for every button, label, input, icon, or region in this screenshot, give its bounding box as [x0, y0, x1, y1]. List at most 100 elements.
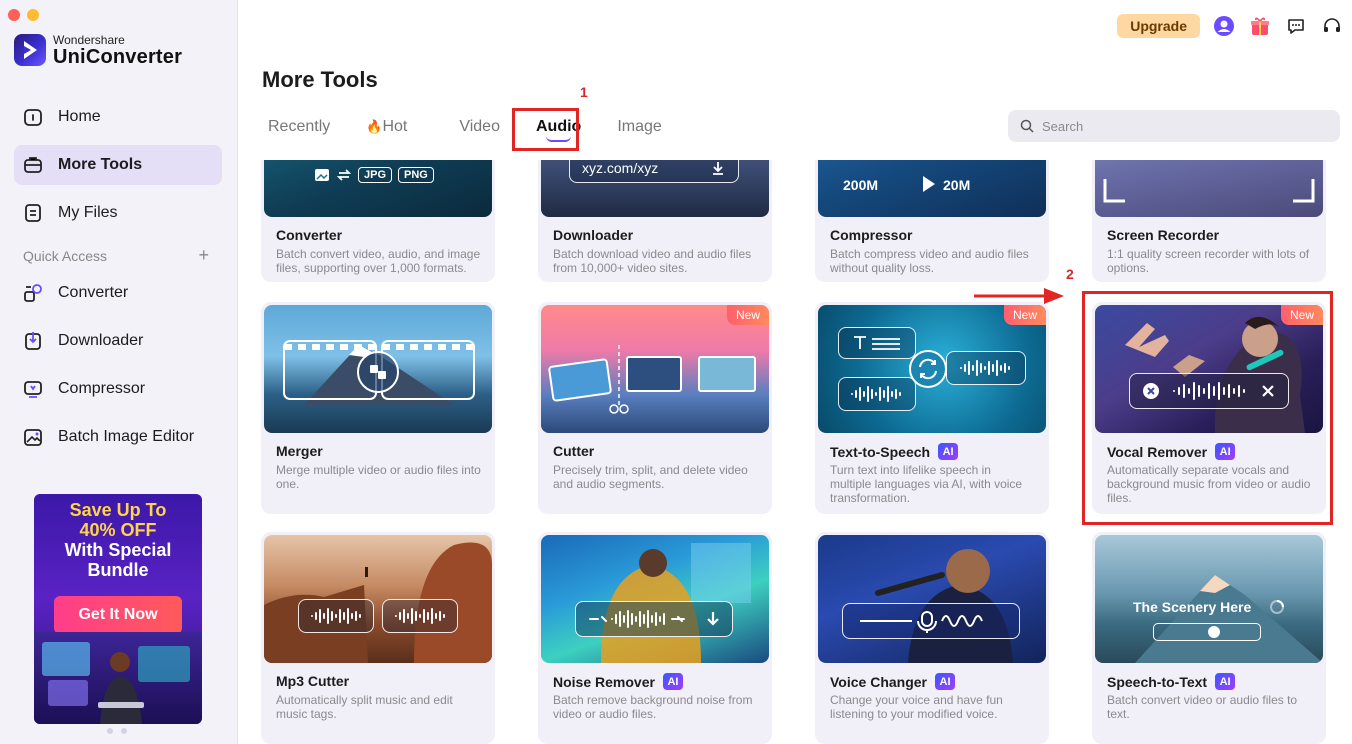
scrollbar[interactable]	[1342, 160, 1350, 740]
page-title: More Tools	[262, 67, 378, 92]
tool-desc: Batch convert video or audio files to te…	[1107, 693, 1298, 721]
quick-item-converter[interactable]: Converter	[14, 273, 222, 313]
tool-title-text: Text-to-Speech	[830, 443, 931, 460]
gift-icon[interactable]	[1248, 14, 1272, 38]
search-input[interactable]: Search	[1008, 110, 1340, 142]
quick-item-compressor[interactable]: Compressor	[14, 369, 222, 409]
quick-item-downloader[interactable]: Downloader	[14, 321, 222, 361]
minimize-window-button[interactable]	[27, 9, 39, 21]
tool-title: Downloader	[553, 227, 634, 243]
close-window-button[interactable]	[8, 9, 20, 21]
promo-cta-button[interactable]: Get It Now	[54, 596, 182, 634]
nav-home[interactable]: Home	[14, 97, 222, 137]
tool-card-converter[interactable]: JPG PNG Converter Batch convert video, a…	[261, 160, 495, 282]
brand-small: Wondershare	[53, 33, 125, 47]
voice-changer-pill	[842, 603, 1020, 639]
annotation-step-2: 2	[1066, 266, 1074, 282]
audio-wave-pill	[838, 377, 916, 411]
arrow-right-icon	[923, 176, 935, 192]
pagination-dot[interactable]	[121, 728, 127, 734]
tool-card-speech-to-text[interactable]: The Scenery Here Speech-to-Text AI Batch …	[1092, 532, 1326, 744]
support-headset-icon[interactable]	[1320, 14, 1344, 38]
screen-recorder-thumbnail	[1095, 160, 1323, 217]
account-avatar-icon[interactable]	[1212, 14, 1236, 38]
tool-desc: Precisely trim, split, and delete video …	[553, 463, 748, 491]
swap-icon	[336, 169, 352, 181]
quick-item-label: Converter	[58, 284, 129, 301]
pagination-dot[interactable]	[107, 728, 113, 734]
search-placeholder: Search	[1042, 118, 1084, 134]
size-to: 20M	[943, 177, 971, 193]
tool-card-text-to-speech[interactable]: New Text-to-Speech AI Turn text into life…	[815, 302, 1049, 514]
tab-hot[interactable]: 🔥Hot	[366, 118, 407, 136]
brand-name: UniConverter	[53, 46, 183, 68]
tool-title-text: Noise Remover	[553, 673, 655, 690]
nav-my-files-label: My Files	[58, 204, 118, 221]
promo-line4: Bundle	[87, 560, 149, 580]
cutter-thumbnail: New	[541, 305, 769, 433]
tool-title: Merger	[276, 443, 323, 459]
waveform-icon	[311, 608, 361, 624]
tool-desc: Batch remove background noise from video…	[553, 693, 753, 721]
loading-icon	[1270, 600, 1284, 614]
window-controls	[8, 9, 39, 21]
tool-card-cutter[interactable]: New Cutter Precisely trim, split, and de…	[538, 302, 772, 514]
tool-card-mp3-cutter[interactable]: Mp3 Cutter Automatically split music and…	[261, 532, 495, 744]
merger-thumbnail	[264, 305, 492, 433]
waveform-icon	[851, 386, 901, 402]
tab-video[interactable]: Video	[459, 118, 500, 136]
text-icon	[854, 336, 900, 350]
annotation-step-1: 1	[580, 84, 588, 100]
voice-changer-thumbnail	[818, 535, 1046, 663]
text-to-speech-thumbnail: New	[818, 305, 1046, 433]
caption-text: The Scenery Here	[1133, 599, 1252, 615]
upgrade-button[interactable]: Upgrade	[1117, 14, 1200, 38]
chat-feedback-icon[interactable]	[1284, 14, 1308, 38]
tool-title-text: Speech-to-Text	[1107, 673, 1208, 690]
tool-card-downloader[interactable]: xyz.com/xyz Downloader Batch download vi…	[538, 160, 772, 282]
convert-cycle-icon	[909, 350, 947, 388]
tool-desc: Merge multiple video or audio files into…	[276, 463, 481, 491]
nav-my-files[interactable]: My Files	[14, 193, 222, 233]
noise-remover-pill	[575, 601, 733, 637]
tool-desc: 1:1 quality screen recorder with lots of…	[1107, 247, 1310, 275]
ai-badge: AI	[938, 443, 959, 460]
tool-card-screen-recorder[interactable]: Screen Recorder 1:1 quality screen recor…	[1092, 160, 1326, 282]
tool-card-compressor[interactable]: 200M 20M Compressor Batch compress video…	[815, 160, 1049, 282]
tool-title: Cutter	[553, 443, 595, 459]
tool-desc: Batch download video and audio files fro…	[553, 247, 752, 275]
tool-card-voice-changer[interactable]: Voice Changer AI Change your voice and ha…	[815, 532, 1049, 744]
audio-wave-pill	[946, 351, 1026, 385]
promo-banner[interactable]: Save Up To 40% OFF With Special Bundle G…	[34, 494, 202, 724]
mic-wave-icon	[860, 611, 983, 633]
tool-title: Converter	[276, 227, 343, 243]
format-badge-jpg: JPG	[358, 167, 393, 183]
quick-access-add-button[interactable]: +	[198, 246, 209, 264]
tool-title: Screen Recorder	[1107, 227, 1220, 243]
tool-title: Text-to-Speech AI	[830, 443, 959, 460]
quick-item-label: Downloader	[58, 332, 144, 349]
speech-to-text-thumbnail: The Scenery Here	[1095, 535, 1323, 663]
search-icon	[1020, 119, 1034, 133]
mp3-cutter-thumbnail	[264, 535, 492, 663]
tool-card-merger[interactable]: Merger Merge multiple video or audio fil…	[261, 302, 495, 514]
tool-card-noise-remover[interactable]: Noise Remover AI Batch remove background …	[538, 532, 772, 744]
slider-knob	[1208, 626, 1220, 638]
quick-item-batch-image-editor[interactable]: Batch Image Editor	[14, 417, 222, 457]
converter-icon	[22, 282, 44, 304]
waveform-icon	[589, 610, 685, 628]
nav-more-tools[interactable]: More Tools	[14, 145, 222, 185]
top-bar: Upgrade	[1117, 13, 1352, 39]
downloader-thumbnail: xyz.com/xyz	[541, 160, 769, 217]
ai-badge: AI	[935, 673, 955, 690]
size-from: 200M	[843, 177, 879, 193]
new-badge: New	[726, 305, 769, 325]
promo-line2: 40% OFF	[79, 520, 157, 540]
tab-image[interactable]: Image	[617, 118, 661, 136]
audio-segment-pill	[298, 599, 374, 633]
tab-recently[interactable]: Recently	[268, 118, 330, 136]
annotation-box-vocal-remover	[1082, 291, 1333, 525]
ai-badge: AI	[662, 673, 683, 690]
quick-item-label: Batch Image Editor	[58, 428, 195, 445]
tool-title: Compressor	[830, 227, 913, 243]
